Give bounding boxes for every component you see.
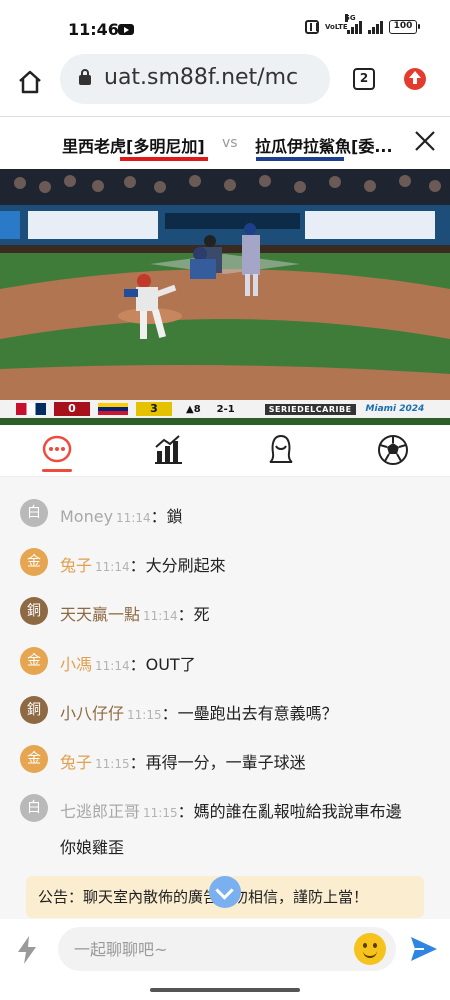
pitch-count: 2-1 [216, 403, 235, 415]
youtube-icon [118, 24, 134, 35]
timestamp: 11:15 [127, 708, 162, 722]
home-indicator[interactable] [150, 988, 300, 992]
message-line: 七逃郎正哥 11:15：媽的誰在亂報啦給我說車布邊 [60, 798, 402, 822]
level-badge: 白 [20, 794, 48, 822]
level-badge: 金 [20, 745, 48, 773]
update-icon[interactable] [404, 68, 426, 90]
timestamp: 11:15 [143, 806, 178, 820]
timestamp: 11:14 [143, 609, 178, 623]
tab-switcher-button[interactable]: 2 [353, 68, 375, 90]
username[interactable]: 兔子 [60, 556, 92, 575]
username[interactable]: Money [60, 507, 113, 526]
series-logo: SERIEDELCARIBE [264, 403, 356, 415]
room-tab-bar [0, 425, 450, 477]
message-line: 小八仔仔 11:15：一壘跑出去有意義嗎？ [60, 700, 338, 724]
message-text: OUT了 [145, 655, 196, 674]
volte-icon: VoLTE [325, 22, 348, 31]
colon: ： [129, 753, 146, 772]
level-badge: 金 [20, 647, 48, 675]
message-text: 媽的誰在亂報啦給我說車布邊 [193, 802, 402, 821]
username[interactable]: 小馮 [60, 655, 92, 674]
chat-message: 金 兔子 11:14：大分刷起來 [0, 544, 450, 580]
lightning-icon[interactable] [16, 935, 38, 965]
message-line: Money 11:14：鎖 [60, 503, 183, 527]
message-text-continued: 你娘雞歪 [60, 838, 125, 857]
url-text: uat.sm88f.net/mc [104, 65, 299, 90]
chat-message: 銅 天天贏一點 11:14：死 [0, 593, 450, 629]
status-bar: 11:46 VoLTE 5G 100 [0, 0, 450, 60]
emoji-icon[interactable] [354, 933, 386, 965]
username[interactable]: 小八仔仔 [60, 704, 124, 723]
status-icons: VoLTE 5G 100 [305, 14, 420, 34]
colon: ： [177, 802, 194, 821]
username[interactable]: 兔子 [60, 753, 92, 772]
chat-message-input[interactable] [58, 927, 396, 971]
level-badge: 金 [20, 548, 48, 576]
chat-message: 白 Money 11:14：鎖 [0, 495, 450, 531]
tab-chat[interactable] [40, 433, 74, 467]
timestamp: 11:14 [95, 560, 130, 574]
message-text: 大分刷起來 [145, 556, 226, 575]
signal-2-icon [368, 20, 383, 34]
away-team-name: 拉瓜伊拉鯊魚[委... [255, 137, 393, 156]
baseball-scene [0, 169, 450, 403]
home-team-bar [120, 157, 208, 161]
inning-indicator: ▲8 [186, 403, 201, 415]
browser-toolbar: uat.sm88f.net/mc 2 [0, 54, 450, 116]
chat-message: 金 小馮 11:14：OUT了 [0, 643, 450, 679]
chat-input-bar [0, 919, 450, 979]
tab-soccer[interactable] [376, 433, 410, 467]
signal-icon: 5G [345, 14, 362, 34]
address-bar[interactable]: uat.sm88f.net/mc [60, 54, 330, 104]
venezuela-flag-icon [98, 403, 128, 415]
chat-message: 金 兔子 11:15：再得一分，一輩子球迷 [0, 741, 450, 777]
score-dominican: 0 [54, 402, 90, 416]
dominican-flag-icon [16, 403, 46, 415]
message-text: 死 [193, 605, 210, 624]
chat-message: 白 七逃郎正哥 11:15：媽的誰在亂報啦給我說車布邊 你娘雞歪 [0, 790, 450, 870]
home-icon[interactable] [16, 68, 44, 96]
level-badge: 白 [20, 499, 48, 527]
home-team-name: 里西老虎[多明尼加] [62, 137, 205, 156]
scroll-down-button[interactable] [209, 876, 241, 908]
message-text: 再得一分，一輩子球迷 [145, 753, 306, 772]
series-year: Miami 2024 [365, 404, 425, 414]
score-venezuela: 3 [136, 402, 172, 416]
colon: ： [177, 605, 194, 624]
away-team-bar [256, 157, 344, 161]
level-badge: 銅 [20, 597, 48, 625]
colon: ： [161, 704, 178, 723]
colon: ： [150, 507, 167, 526]
status-time: 11:46 [68, 20, 119, 39]
tab-anchor[interactable] [264, 433, 298, 467]
message-line: 小馮 11:14：OUT了 [60, 651, 196, 675]
lock-icon [79, 69, 91, 85]
colon: ： [129, 556, 146, 575]
level-badge: 銅 [20, 696, 48, 724]
message-line: 天天贏一點 11:14：死 [60, 601, 210, 625]
message-text: 鎖 [166, 507, 183, 526]
active-tab-indicator [42, 469, 72, 472]
nfc-icon [305, 20, 319, 34]
colon: ： [129, 655, 146, 674]
network-label: 5G [345, 14, 356, 22]
score-overlay: 0 3 ▲8 2-1 SERIEDELCARIBE Miami 2024 [0, 400, 450, 418]
vs-label: vs [222, 135, 238, 151]
message-text: 一壘跑出去有意義嗎？ [177, 704, 338, 723]
username[interactable]: 天天贏一點 [60, 605, 140, 624]
close-icon[interactable] [414, 130, 436, 152]
username[interactable]: 七逃郎正哥 [60, 802, 140, 821]
video-player[interactable]: 0 3 ▲8 2-1 SERIEDELCARIBE Miami 2024 [0, 169, 450, 425]
battery-icon: 100 [389, 20, 420, 34]
match-header: 里西老虎[多明尼加] vs 拉瓜伊拉鯊魚[委... [0, 117, 450, 169]
send-icon[interactable] [410, 936, 438, 962]
chat-list[interactable]: 白 Money 11:14：鎖 金 兔子 11:14：大分刷起來 銅 天天贏一點 11… [0, 477, 450, 919]
timestamp: 11:15 [95, 757, 130, 771]
tab-stats[interactable] [152, 433, 186, 467]
timestamp: 11:14 [116, 511, 151, 525]
timestamp: 11:14 [95, 659, 130, 673]
message-line: 兔子 11:14：大分刷起來 [60, 552, 226, 576]
message-line: 兔子 11:15：再得一分，一輩子球迷 [60, 749, 306, 773]
chat-message: 銅 小八仔仔 11:15：一壘跑出去有意義嗎？ [0, 692, 450, 728]
